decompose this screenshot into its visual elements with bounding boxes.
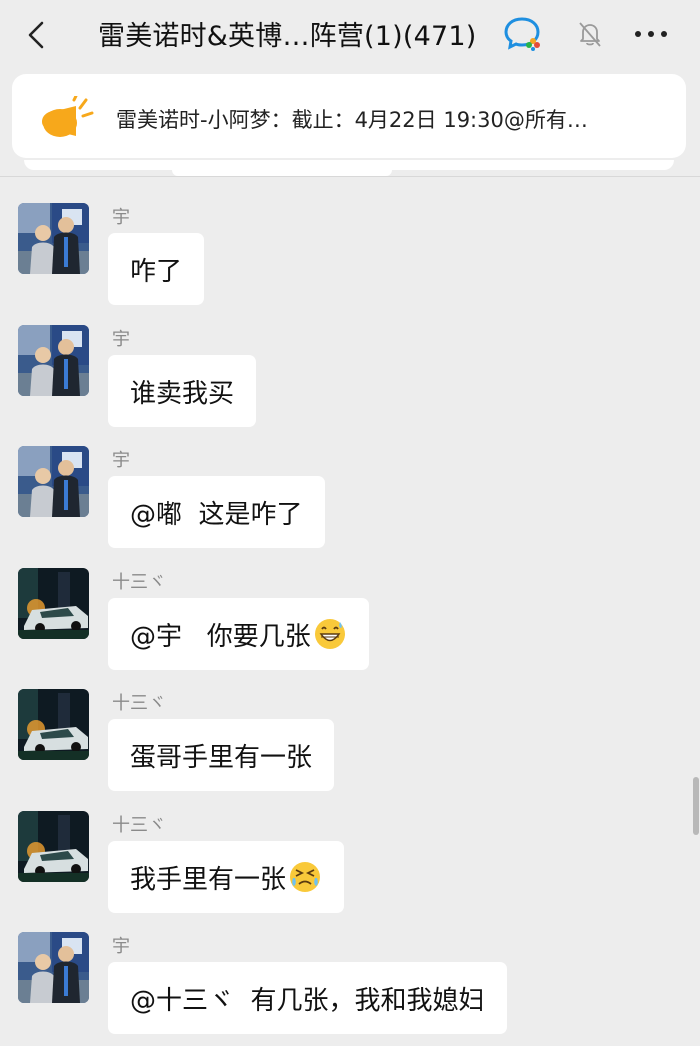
sender-name: 宇 — [112, 450, 130, 471]
wecom-chat-icon[interactable] — [503, 15, 543, 51]
message-text: 蛋哥手里有一张 — [130, 742, 313, 773]
avatar[interactable] — [18, 446, 89, 517]
message-text: 谁卖我买 — [130, 378, 235, 409]
pinned-announcement[interactable]: 雷美诺时-小阿梦：截止：4月22日 19:30@所有… — [12, 74, 686, 158]
message-text: @宇 你要几张 — [130, 621, 311, 652]
sender-name: 十三ヾ — [112, 572, 166, 593]
message-text: 咋了 — [130, 256, 183, 287]
bell-muted-icon[interactable] — [576, 20, 604, 48]
avatar[interactable] — [18, 203, 89, 274]
pinned-announcement-text: 雷美诺时-小阿梦：截止：4月22日 19:30@所有… — [116, 108, 588, 132]
avatar[interactable] — [18, 689, 89, 760]
message-bubble[interactable]: 我手里有一张 — [108, 841, 345, 913]
message-text: @十三ヾ 有几张，我和我媳妇 — [130, 985, 485, 1016]
avatar[interactable] — [18, 811, 89, 882]
message-text: 我手里有一张 — [130, 864, 287, 895]
pinned-announcement-area: 雷美诺时-小阿梦：截止：4月22日 19:30@所有… — [0, 68, 700, 177]
chat-title[interactable]: 雷美诺时&英博…阵营(1)(471) — [98, 14, 477, 53]
scrollbar-thumb[interactable] — [693, 777, 699, 835]
pinned-stack-shadow-2 — [172, 170, 392, 176]
crying-squint-emoji-icon — [290, 862, 321, 892]
message-bubble[interactable]: 谁卖我买 — [108, 355, 257, 427]
message-bubble[interactable]: @十三ヾ 有几张，我和我媳妇 — [108, 962, 507, 1034]
sender-name: 宇 — [112, 936, 130, 957]
sender-name: 宇 — [112, 207, 130, 228]
avatar[interactable] — [18, 325, 89, 396]
message-bubble[interactable]: 蛋哥手里有一张 — [108, 719, 335, 791]
chat-header: 雷美诺时&英博…阵营(1)(471) — [0, 0, 700, 68]
sender-name: 十三ヾ — [112, 693, 166, 714]
sender-name: 十三ヾ — [112, 815, 166, 836]
more-dots-icon[interactable] — [632, 22, 672, 46]
avatar[interactable] — [18, 932, 89, 1003]
message-bubble[interactable]: 咋了 — [108, 233, 205, 305]
pinned-stack-shadow — [24, 160, 674, 170]
sender-name: 宇 — [112, 329, 130, 350]
avatar[interactable] — [18, 568, 89, 639]
message-bubble[interactable]: @宇 你要几张 — [108, 598, 369, 670]
message-text: @嘟 这是咋了 — [130, 499, 303, 530]
grinning-sweat-emoji-icon — [314, 619, 345, 649]
back-chevron-icon[interactable] — [22, 20, 52, 50]
message-bubble[interactable]: @嘟 这是咋了 — [108, 476, 325, 548]
announcement-speaker-icon — [42, 96, 94, 137]
